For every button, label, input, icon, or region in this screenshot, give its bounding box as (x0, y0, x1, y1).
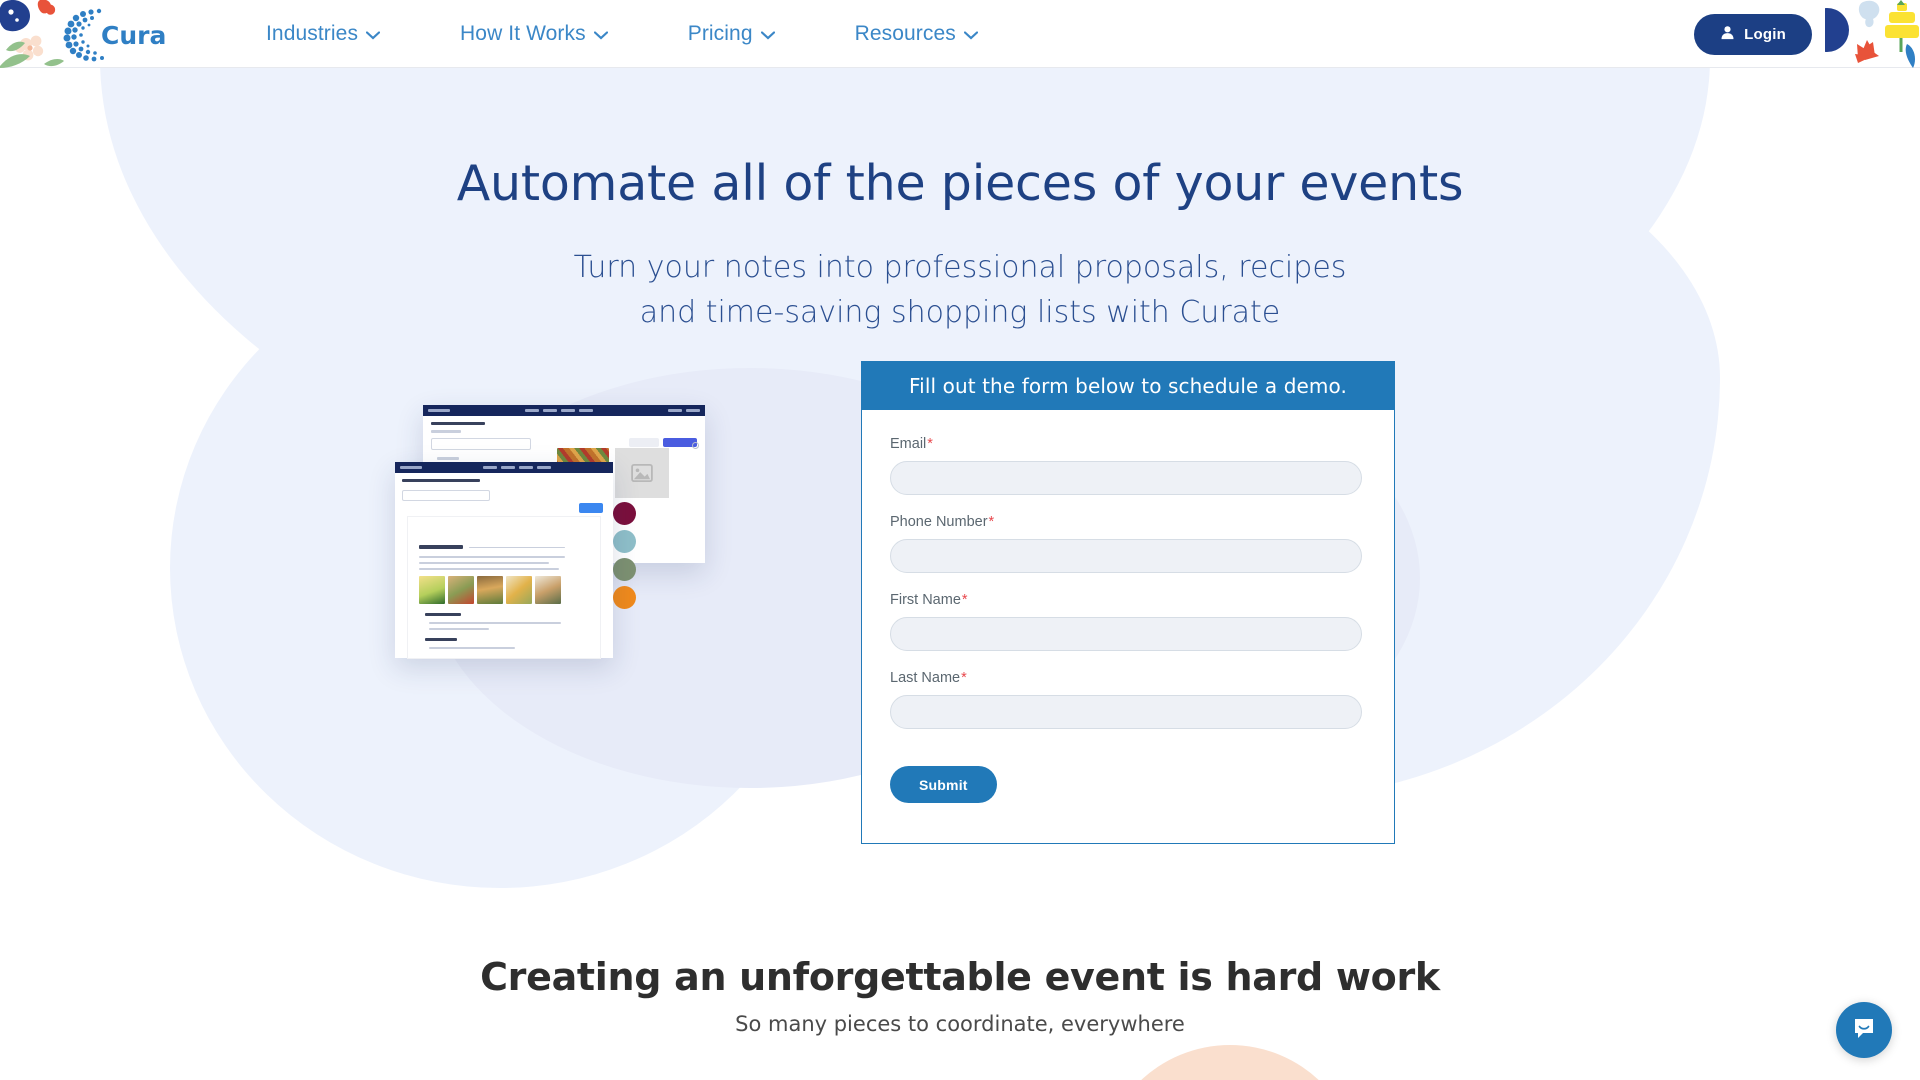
color-swatch-orange (613, 586, 636, 609)
app-toolbar (395, 462, 613, 473)
product-window-front (395, 462, 613, 658)
form-header-title: Fill out the form below to schedule a de… (862, 362, 1394, 410)
required-asterisk: * (988, 514, 995, 530)
last-name-field[interactable] (890, 695, 1362, 729)
field-label: Last Name* (890, 670, 1366, 686)
site-logo[interactable]: Curate (58, 0, 166, 68)
form-field-last-name: Last Name* (890, 670, 1366, 729)
demo-request-form: Fill out the form below to schedule a de… (861, 361, 1395, 844)
svg-text:Curate: Curate (101, 21, 166, 50)
decorative-confetti-right (1825, 0, 1920, 68)
section-two-subheading: So many pieces to coordinate, everywhere (735, 1012, 1185, 1036)
phone-field[interactable] (890, 539, 1362, 573)
chevron-down-icon (760, 22, 775, 46)
login-button[interactable]: Login (1694, 14, 1812, 55)
nav-item-pricing[interactable]: Pricing (648, 22, 815, 46)
nav-item-label: Pricing (687, 21, 753, 45)
main-nav-links: Industries How It Works Pricing Resource… (226, 22, 1018, 46)
form-field-phone: Phone Number* (890, 514, 1366, 573)
hero-subheadline-line1: Turn your notes into professional propos… (573, 250, 1347, 285)
chevron-down-icon (963, 22, 978, 46)
field-label-text: Phone Number (890, 514, 988, 530)
form-body: Email* Phone Number* First Name* Last Na… (862, 410, 1394, 843)
required-asterisk: * (927, 436, 933, 452)
hero-subheadline-line2: and time-saving shopping lists with Cura… (639, 295, 1281, 330)
chevron-down-icon (593, 22, 608, 46)
hero-headline: Automate all of the pieces of your event… (456, 155, 1464, 212)
submit-button[interactable]: Submit (890, 766, 997, 803)
curate-dotted-c-logo: Curate (63, 8, 166, 61)
field-label: Email* (890, 436, 1366, 452)
hero-subheadline: Turn your notes into professional propos… (550, 245, 1370, 335)
chevron-down-icon (365, 22, 381, 46)
form-field-first-name: First Name* (890, 592, 1366, 651)
color-swatch-maroon (613, 502, 636, 525)
app-toolbar (423, 405, 705, 416)
nav-item-how-it-works[interactable]: How It Works (420, 22, 648, 46)
field-label: First Name* (890, 592, 1366, 608)
nav-item-resources[interactable]: Resources (815, 22, 1018, 46)
email-field[interactable] (890, 461, 1362, 495)
field-label-text: Email (890, 436, 927, 452)
color-swatch-green (613, 558, 636, 581)
chat-widget-button[interactable] (1836, 1002, 1892, 1058)
app-canvas (395, 473, 613, 658)
nav-item-label: How It Works (460, 21, 586, 45)
field-label-text: First Name (890, 592, 961, 608)
first-name-field[interactable] (890, 617, 1362, 651)
login-button-label: Login (1744, 26, 1786, 43)
color-swatch-teal (613, 530, 636, 553)
section-two-heading: Creating an unforgettable event is hard … (480, 955, 1440, 999)
product-screenshot-illustration (395, 400, 735, 658)
landing-page: Curate Industries How It Works Pricing (0, 0, 1920, 1080)
field-label-text: Last Name (890, 670, 961, 686)
nav-item-industries[interactable]: Industries (226, 22, 420, 46)
required-asterisk: * (961, 592, 968, 608)
user-icon (1720, 25, 1735, 44)
nav-item-label: Industries (266, 21, 359, 45)
required-asterisk: * (961, 670, 967, 686)
nav-item-label: Resources (854, 21, 956, 45)
form-field-email: Email* (890, 436, 1366, 495)
intercom-chat-icon (1851, 1015, 1877, 1046)
top-navigation-bar: Curate Industries How It Works Pricing (0, 0, 1920, 68)
background-blob-peach (1100, 1045, 1360, 1080)
field-label: Phone Number* (890, 514, 1366, 530)
